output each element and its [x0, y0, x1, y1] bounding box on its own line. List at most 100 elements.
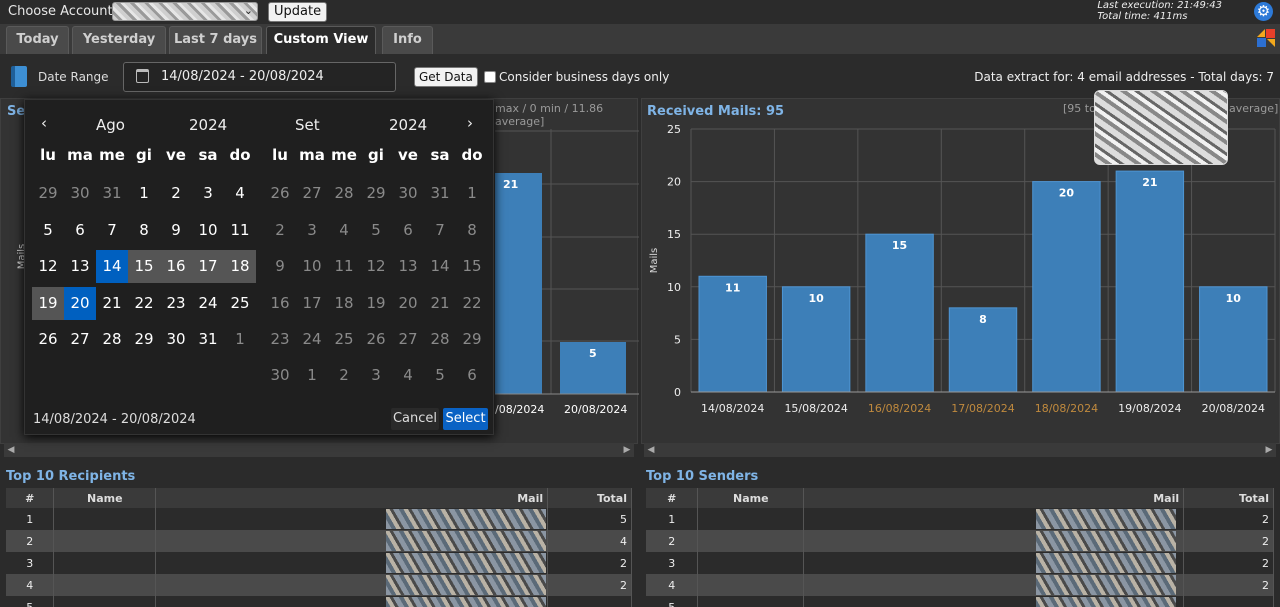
calendar-day[interactable]: 5 [360, 214, 392, 247]
calendar-day[interactable]: 6 [392, 214, 424, 247]
calendar-day[interactable]: 17 [296, 287, 328, 320]
table-row[interactable]: 12 [646, 508, 1274, 530]
gear-icon[interactable]: ⚙ [1254, 2, 1273, 21]
select-button[interactable]: Select [443, 408, 488, 430]
calendar-day[interactable]: 24 [296, 323, 328, 356]
calendar-day[interactable]: 15 [128, 250, 160, 283]
calendar-day[interactable]: 1 [296, 359, 328, 392]
calendar-day[interactable]: 27 [296, 177, 328, 210]
table-row[interactable]: 24 [6, 530, 632, 552]
calendar-day[interactable]: 16 [160, 250, 192, 283]
calendar-day[interactable]: 2 [264, 214, 296, 247]
received-scrollbar[interactable]: ◀ ▶ [644, 443, 1276, 457]
calendar-day[interactable]: 11 [224, 214, 256, 247]
calendar-day[interactable]: 21 [424, 287, 456, 320]
calendar-day[interactable]: 31 [192, 323, 224, 356]
tab-info[interactable]: Info [382, 26, 433, 54]
calendar-day[interactable]: 8 [456, 214, 488, 247]
calendar-day[interactable]: 4 [224, 177, 256, 210]
table-row[interactable]: 15 [6, 508, 632, 530]
calendar-day[interactable]: 22 [456, 287, 488, 320]
calendar-day[interactable]: 6 [456, 359, 488, 392]
calendar-day[interactable]: 12 [32, 250, 64, 283]
calendar-day[interactable]: 14 [424, 250, 456, 283]
tab-today[interactable]: Today [6, 26, 69, 54]
scroll-right-icon[interactable]: ▶ [1262, 443, 1276, 457]
calendar-day[interactable]: 2 [160, 177, 192, 210]
table-row[interactable]: 32 [6, 552, 632, 574]
calendar-day[interactable]: 3 [192, 177, 224, 210]
calendar-day[interactable]: 12 [360, 250, 392, 283]
calendar-day[interactable]: 8 [128, 214, 160, 247]
calendar-day[interactable]: 30 [264, 359, 296, 392]
calendar-day[interactable]: 19 [360, 287, 392, 320]
calendar-day[interactable]: 30 [64, 177, 96, 210]
calendar-day[interactable]: 27 [64, 323, 96, 356]
tab-last-7-days[interactable]: Last 7 days [169, 26, 262, 54]
calendar-day[interactable]: 13 [392, 250, 424, 283]
calendar-day[interactable]: 25 [328, 323, 360, 356]
calendar-day[interactable]: 1 [456, 177, 488, 210]
table-row[interactable]: 5 [6, 596, 632, 607]
get-data-button[interactable]: Get Data [414, 67, 478, 87]
business-days-checkbox[interactable] [484, 71, 496, 83]
calendar-day[interactable]: 3 [296, 214, 328, 247]
calendar-day[interactable]: 23 [160, 287, 192, 320]
calendar-day[interactable]: 15 [456, 250, 488, 283]
calendar-day[interactable]: 14 [96, 250, 128, 283]
calendar-day[interactable]: 10 [192, 214, 224, 247]
calendar-day[interactable]: 1 [224, 323, 256, 356]
calendar-day[interactable]: 2 [328, 359, 360, 392]
scroll-left-icon[interactable]: ◀ [644, 443, 658, 457]
calendar-day[interactable]: 21 [96, 287, 128, 320]
table-row[interactable]: 32 [646, 552, 1274, 574]
calendar-day[interactable]: 23 [264, 323, 296, 356]
calendar-day[interactable]: 9 [160, 214, 192, 247]
prev-month-icon[interactable]: ‹ [41, 114, 47, 132]
right-year[interactable]: 2024 [389, 116, 427, 134]
calendar-day[interactable]: 29 [456, 323, 488, 356]
calendar-day[interactable]: 30 [392, 177, 424, 210]
calendar-day[interactable]: 29 [32, 177, 64, 210]
calendar-day[interactable]: 28 [328, 177, 360, 210]
calendar-day[interactable]: 22 [128, 287, 160, 320]
calendar-day[interactable]: 10 [296, 250, 328, 283]
calendar-day[interactable]: 5 [32, 214, 64, 247]
calendar-day[interactable]: 24 [192, 287, 224, 320]
calendar-day[interactable]: 17 [192, 250, 224, 283]
calendar-day[interactable]: 20 [392, 287, 424, 320]
calendar-day[interactable]: 4 [392, 359, 424, 392]
scroll-left-icon[interactable]: ◀ [4, 443, 18, 457]
table-row[interactable]: 22 [646, 530, 1274, 552]
left-month[interactable]: Ago [96, 116, 125, 134]
calendar-day[interactable]: 28 [424, 323, 456, 356]
calendar-day[interactable]: 16 [264, 287, 296, 320]
calendar-day[interactable]: 29 [128, 323, 160, 356]
tab-yesterday[interactable]: Yesterday [72, 26, 166, 54]
scroll-right-icon[interactable]: ▶ [620, 443, 634, 457]
calendar-day[interactable]: 20 [64, 287, 96, 320]
table-row[interactable]: 42 [6, 574, 632, 596]
calendar-day[interactable]: 7 [424, 214, 456, 247]
calendar-day[interactable]: 27 [392, 323, 424, 356]
calendar-day[interactable]: 13 [64, 250, 96, 283]
calendar-day[interactable]: 3 [360, 359, 392, 392]
left-year[interactable]: 2024 [189, 116, 227, 134]
calendar-day[interactable]: 30 [160, 323, 192, 356]
cancel-button[interactable]: Cancel [391, 408, 439, 430]
calendar-day[interactable]: 26 [264, 177, 296, 210]
calendar-day[interactable]: 19 [32, 287, 64, 320]
calendar-day[interactable]: 26 [32, 323, 64, 356]
tab-custom-view[interactable]: Custom View [266, 26, 376, 54]
sent-scrollbar[interactable]: ◀ ▶ [4, 443, 634, 457]
calendar-day[interactable]: 9 [264, 250, 296, 283]
calendar-day[interactable]: 5 [424, 359, 456, 392]
table-row[interactable]: 42 [646, 574, 1274, 596]
calendar-day[interactable]: 18 [224, 250, 256, 283]
calendar-day[interactable]: 4 [328, 214, 360, 247]
calendar-day[interactable]: 31 [96, 177, 128, 210]
next-month-icon[interactable]: › [467, 114, 473, 132]
calendar-day[interactable]: 11 [328, 250, 360, 283]
right-month[interactable]: Set [295, 116, 320, 134]
calendar-day[interactable]: 1 [128, 177, 160, 210]
